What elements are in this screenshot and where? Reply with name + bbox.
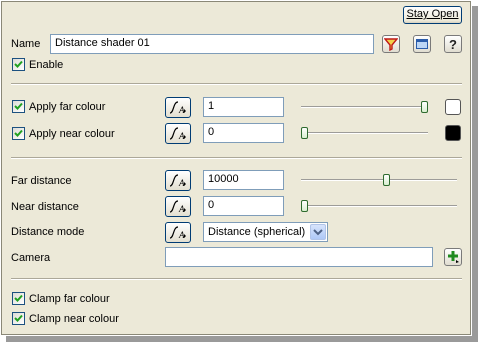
near-distance-label: Near distance <box>11 201 79 213</box>
function-curve-icon: A <box>169 226 186 240</box>
far-colour-function-button[interactable]: A <box>165 97 191 118</box>
near-colour-slider-thumb[interactable] <box>301 127 308 139</box>
clamp-near-colour-label: Clamp near colour <box>29 313 119 325</box>
name-label: Name <box>11 38 41 50</box>
near-colour-value-input[interactable]: 0 <box>203 123 284 143</box>
add-icon <box>448 251 459 263</box>
far-distance-slider-thumb[interactable] <box>383 174 390 186</box>
near-colour-swatch[interactable] <box>445 125 461 141</box>
svg-text:A: A <box>178 178 185 188</box>
near-distance-slider-thumb[interactable] <box>301 200 308 212</box>
far-distance-slider-track[interactable] <box>301 179 457 181</box>
apply-far-colour-checkbox[interactable] <box>12 100 25 113</box>
add-camera-button[interactable] <box>444 248 462 266</box>
function-curve-icon: A <box>169 174 186 188</box>
dropdown-button[interactable] <box>310 224 326 240</box>
far-distance-input[interactable]: 10000 <box>203 170 284 190</box>
clamp-far-colour-label: Clamp far colour <box>29 293 110 305</box>
clamp-near-colour-checkbox[interactable] <box>12 312 25 325</box>
distance-mode-function-button[interactable]: A <box>165 222 191 243</box>
camera-label: Camera <box>11 252 51 264</box>
far-distance-label: Far distance <box>11 175 72 187</box>
window-button[interactable] <box>413 35 431 53</box>
filter-icon <box>384 38 398 51</box>
apply-far-colour-label: Apply far colour <box>29 101 106 113</box>
apply-near-colour-label: Apply near colour <box>29 128 115 140</box>
far-colour-slider-thumb[interactable] <box>421 101 428 113</box>
far-colour-slider-track[interactable] <box>301 106 428 108</box>
function-curve-icon: A <box>169 101 186 115</box>
window-icon <box>416 39 428 49</box>
svg-text:A: A <box>178 204 185 214</box>
near-distance-slider-track[interactable] <box>301 205 457 207</box>
separator <box>11 157 462 159</box>
near-colour-slider-track[interactable] <box>301 132 428 134</box>
separator <box>11 278 462 280</box>
svg-text:A: A <box>178 105 185 115</box>
far-distance-function-button[interactable]: A <box>165 170 191 191</box>
near-distance-function-button[interactable]: A <box>165 196 191 217</box>
near-distance-input[interactable]: 0 <box>203 196 284 216</box>
checkmark-icon <box>14 129 23 137</box>
apply-near-colour-checkbox[interactable] <box>12 127 25 140</box>
distance-mode-selected: Distance (spherical) <box>208 226 306 238</box>
filter-button[interactable] <box>382 35 400 53</box>
function-curve-icon: A <box>169 200 186 214</box>
enable-label: Enable <box>29 59 64 71</box>
far-colour-swatch[interactable] <box>445 99 461 115</box>
help-icon: ? <box>449 37 457 51</box>
dialog-panel: Stay Open Name Distance shader 01 ? Enab… <box>1 1 471 335</box>
clamp-far-colour-checkbox[interactable] <box>12 292 25 305</box>
checkmark-icon <box>14 294 23 302</box>
stay-open-button[interactable]: Stay Open <box>403 6 462 24</box>
enable-checkbox[interactable] <box>12 58 25 71</box>
separator <box>11 83 462 85</box>
svg-text:A: A <box>178 230 185 240</box>
camera-input[interactable] <box>165 247 433 267</box>
chevron-down-icon <box>313 229 323 236</box>
checkmark-icon <box>14 60 23 68</box>
distance-mode-select[interactable]: Distance (spherical) <box>203 222 328 242</box>
checkmark-icon <box>14 102 23 110</box>
function-curve-icon: A <box>169 127 186 141</box>
near-colour-function-button[interactable]: A <box>165 123 191 144</box>
svg-text:A: A <box>178 131 185 141</box>
checkmark-icon <box>14 314 23 322</box>
help-button[interactable]: ? <box>444 35 462 53</box>
far-colour-value-input[interactable]: 1 <box>203 97 284 117</box>
name-input[interactable]: Distance shader 01 <box>50 34 374 54</box>
svg-text:?: ? <box>449 37 457 51</box>
distance-mode-label: Distance mode <box>11 226 85 238</box>
